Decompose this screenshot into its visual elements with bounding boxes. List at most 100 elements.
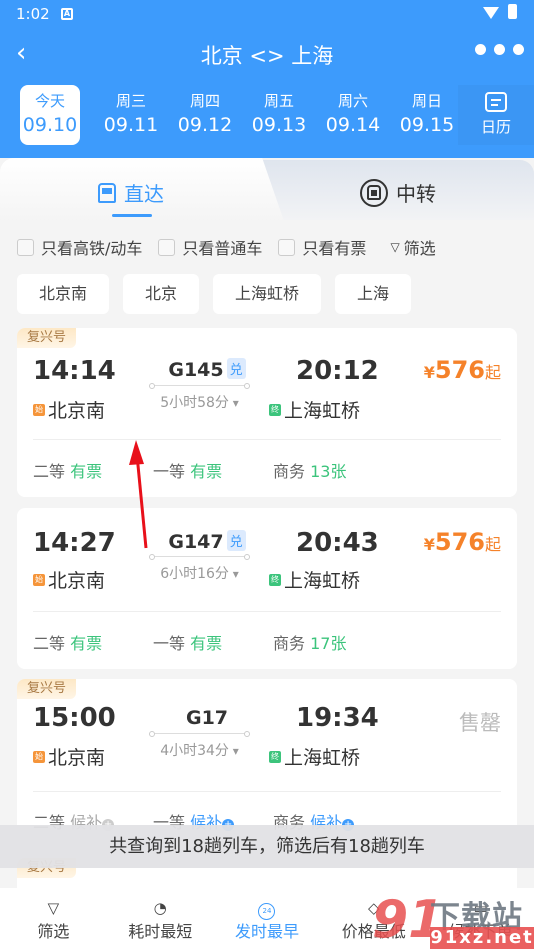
tab-direct[interactable]: 直达 <box>98 178 164 217</box>
date-weekday: 周五 <box>263 92 294 110</box>
tab-direct-label: 直达 <box>124 182 164 206</box>
status-time: 1:02 <box>16 5 50 23</box>
seat-status: 有票 <box>190 634 223 653</box>
filter-row: 只看高铁/动车 只看普通车 只看有票 ▽ 筛选 <box>17 235 517 259</box>
arrival-station: 终上海虹桥 <box>269 566 360 593</box>
checkbox-box[interactable] <box>278 238 296 256</box>
checkbox-box[interactable] <box>17 238 34 256</box>
arrival-station: 终上海虹桥 <box>269 743 360 770</box>
date-value: 09.14 <box>325 114 381 136</box>
sort-cheapest-button[interactable]: ◇ 价格最低 <box>320 888 427 950</box>
seat-status: 13张 <box>310 462 347 481</box>
date-item-4[interactable]: 周六 09.14 <box>316 85 390 145</box>
notification-icon: A <box>61 8 73 20</box>
price-symbol: ¥ <box>423 535 435 554</box>
sort-shortest-button[interactable]: ◔ 耗时最短 <box>107 888 214 950</box>
departure-station-name: 北京南 <box>48 747 106 769</box>
route-line <box>149 554 250 560</box>
date-item-0[interactable]: 今天 09.10 <box>20 85 80 145</box>
departure-station: 始北京南 <box>33 743 105 770</box>
station-chip[interactable]: 上海 <box>335 274 412 314</box>
train-card[interactable]: 14:27 始北京南 G147兑 6小时16分 20:43 终上海虹桥 ¥576… <box>17 508 517 669</box>
checkbox-high-speed[interactable]: 只看高铁/动车 <box>17 235 142 259</box>
arrival-time: 20:12 <box>296 356 379 386</box>
seat-status: 有票 <box>70 462 103 481</box>
seat-class: 二等 <box>33 634 66 653</box>
arrival-station-name: 上海虹桥 <box>284 570 361 592</box>
battery-icon <box>508 4 517 19</box>
bottom-label: 耗时最短 <box>128 922 193 941</box>
seat-business-class: 商务 17张 <box>273 630 393 654</box>
end-badge-icon: 终 <box>269 750 281 763</box>
seat-class: 商务 <box>273 462 306 481</box>
date-item-1[interactable]: 周三 09.11 <box>94 85 168 145</box>
sold-out-status: 售罄 <box>459 711 501 735</box>
checkbox-label: 只看有票 <box>302 239 367 258</box>
date-item-3[interactable]: 周五 09.13 <box>242 85 316 145</box>
price-symbol: ¥ <box>423 363 435 382</box>
bottom-label: 筛选 <box>37 922 70 941</box>
train-number-text: G145 <box>168 359 224 381</box>
train-type-tag: 复兴号 <box>17 679 77 699</box>
more-button[interactable] <box>475 44 524 55</box>
seat-first-class: 一等 有票 <box>153 630 273 654</box>
price-suffix: 起 <box>484 363 501 382</box>
departure-time: 15:00 <box>33 703 116 733</box>
end-badge-icon: 终 <box>269 573 281 586</box>
station-chip[interactable]: 上海虹桥 <box>213 274 322 314</box>
sort-earliest-button[interactable]: 24 发时最早 <box>214 888 321 950</box>
train-number: G145 兑 <box>162 358 252 381</box>
start-badge-icon: 始 <box>33 573 45 586</box>
duration[interactable]: 5小时58分 <box>151 392 248 412</box>
train-icon <box>98 182 116 203</box>
exchange-badge: 兑 <box>226 358 246 379</box>
dot-icon <box>494 44 505 55</box>
station-chip[interactable]: 北京 <box>123 274 200 314</box>
bottom-filter-button[interactable]: ▽ 筛选 <box>0 888 107 950</box>
calendar-button[interactable]: 日历 <box>458 85 534 145</box>
bottom-label: 发时最早 <box>234 922 299 941</box>
departure-time: 14:14 <box>33 356 116 386</box>
train-number-text: G17 <box>185 707 229 729</box>
date-weekday: 周三 <box>115 92 146 110</box>
duration[interactable]: 6小时16分 <box>151 563 248 583</box>
tab-transfer[interactable]: 中转 <box>360 178 436 207</box>
filter-button[interactable]: ▽ 筛选 <box>390 235 435 259</box>
seat-class: 二等 <box>33 462 66 481</box>
seat-availability: 二等 有票 一等 有票 商务 17张 <box>33 630 393 654</box>
date-weekday: 今天 <box>34 92 65 110</box>
header-area: 1:02 A ‹ 北京 <> 上海 今天 09.10 周三 09.11 周四 09.1… <box>0 0 534 175</box>
train-number: G17 <box>162 707 252 729</box>
departure-station-name: 北京南 <box>48 570 106 592</box>
waitlist-order-button[interactable]: ▭ 候补下单 <box>427 888 534 950</box>
checkbox-available[interactable]: 只看有票 <box>278 235 366 259</box>
calendar-icon <box>485 92 507 112</box>
train-type-tag: 复兴号 <box>17 328 77 348</box>
price-suffix: 起 <box>484 535 501 554</box>
date-value: 09.10 <box>22 114 78 136</box>
dot-icon <box>475 44 486 55</box>
date-weekday: 周四 <box>189 92 220 110</box>
checkbox-box[interactable] <box>158 238 176 256</box>
seat-class: 商务 <box>273 634 306 653</box>
date-value: 09.12 <box>177 114 233 136</box>
wifi-icon <box>483 7 499 19</box>
route-line <box>149 731 250 737</box>
train-card[interactable]: 复兴号 14:14 始北京南 G145兑 5小时58分 20:12 终上海虹桥 … <box>17 328 517 497</box>
exchange-badge: 兑 <box>226 530 246 551</box>
seat-first-class: 一等 有票 <box>153 458 273 482</box>
train-card[interactable]: 复兴号 15:00 始北京南 G17 4小时34分 19:34 终上海虹桥 售罄… <box>17 679 517 849</box>
duration[interactable]: 4小时34分 <box>151 740 248 760</box>
tab-active-indicator <box>112 214 152 217</box>
date-item-5[interactable]: 周日 09.15 <box>390 85 464 145</box>
checkbox-regular[interactable]: 只看普通车 <box>158 235 262 259</box>
station-chip[interactable]: 北京南 <box>17 274 110 314</box>
seat-status: 17张 <box>310 634 347 653</box>
seat-status: 有票 <box>190 462 223 481</box>
divider <box>33 439 501 440</box>
price: ¥576起 <box>424 356 501 384</box>
date-value: 09.15 <box>399 114 455 136</box>
date-item-2[interactable]: 周四 09.12 <box>168 85 242 145</box>
seat-second-class: 二等 有票 <box>33 630 153 654</box>
transfer-train-icon <box>360 178 388 207</box>
